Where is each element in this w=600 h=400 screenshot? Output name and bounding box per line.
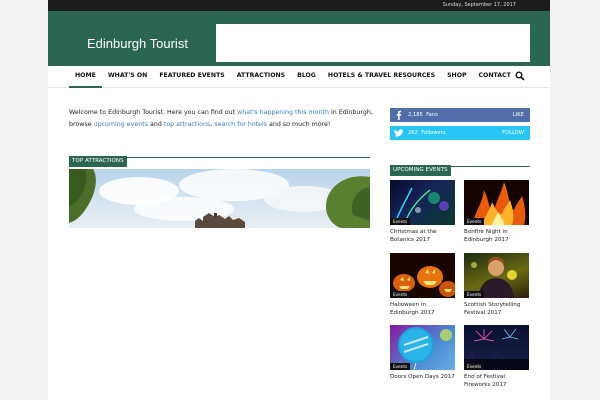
event-category-tag[interactable]: Events [390,291,411,298]
event-thumbnail[interactable]: Events [464,253,529,298]
event-thumbnail[interactable]: Events [464,325,529,370]
intro-text: Welcome to Edinburgh Tourist. Here you c… [69,107,373,131]
site-header: Edinburgh Tourist [48,11,550,66]
upcoming-events-title: UPCOMING EVENTS [390,165,451,176]
event-card[interactable]: Events Scottish Storytelling Festival 20… [464,253,529,317]
nav-item-home[interactable]: Home [69,66,102,88]
nav-item-featured-events[interactable]: Featured Events [153,66,230,88]
attraction-hero-image[interactable] [69,169,370,228]
twitter-unit: Followers [421,130,446,136]
nav-item-contact[interactable]: Contact [473,66,517,88]
event-title[interactable]: Bonfire Night in Edinburgh 2017 [464,228,529,244]
event-title[interactable]: End of Festival Fireworks 2017 [464,373,529,389]
facebook-unit: Fans [426,112,438,118]
event-card[interactable]: Events End of Festival Fireworks 2017 [464,325,529,389]
intro-text-part: Welcome to Edinburgh Tourist. Here you c… [69,109,238,116]
event-thumbnail[interactable]: Events [390,325,455,370]
facebook-like-button[interactable]: LIKE [513,112,524,118]
main-nav: Home What's On Featured Events Attractio… [48,66,550,88]
event-thumbnail[interactable]: Events [390,180,455,225]
nav-item-blog[interactable]: Blog [291,66,322,88]
top-attractions-title: TOP ATTRACTIONS [69,156,127,167]
event-card[interactable]: Events Bonfire Night in Edinburgh 2017 [464,180,529,244]
link-whats-happening[interactable]: what's happening this month [237,109,329,116]
twitter-counter[interactable]: 262 Followers FOLLOW [390,126,530,140]
search-icon[interactable] [515,71,525,81]
current-date: Sunday, September 17, 2017 [442,2,516,8]
event-category-tag[interactable]: Events [464,218,485,225]
top-attractions-heading: TOP ATTRACTIONS [69,147,370,167]
event-card[interactable]: Events Halloween in Edinburgh 2017 [390,253,455,317]
twitter-follow-button[interactable]: FOLLOW [502,130,524,136]
event-thumbnail[interactable]: Events [390,253,455,298]
nav-item-hotels-travel[interactable]: Hotels & Travel Resources [322,66,441,88]
event-title[interactable]: Doors Open Days 2017 [390,373,455,381]
nav-item-attractions[interactable]: Attractions [231,66,291,88]
header-ad-banner[interactable] [216,24,530,62]
event-card[interactable]: Events Christmas at the Botanics 2017 [390,180,455,244]
event-title[interactable]: Halloween in Edinburgh 2017 [390,301,455,317]
event-category-tag[interactable]: Events [464,291,485,298]
event-thumbnail[interactable]: Events [464,180,529,225]
twitter-icon [394,129,404,137]
hero-scene [69,169,370,228]
link-top-attractions[interactable]: top attractions [164,121,210,128]
facebook-count: 2,185 [408,112,423,118]
event-category-tag[interactable]: Events [390,363,411,370]
page-wrapper: Sunday, September 17, 2017 Edinburgh Tou… [48,0,550,400]
nav-item-shop[interactable]: Shop [441,66,472,88]
event-category-tag[interactable]: Events [390,218,411,225]
intro-text-part: and so much more! [267,121,331,128]
site-logo[interactable]: Edinburgh Tourist [87,36,188,51]
intro-text-part: and [148,121,164,128]
nav-item-whats-on[interactable]: What's On [102,66,153,88]
link-upcoming-events[interactable]: upcoming events [94,121,148,128]
link-search-hotels[interactable]: search for hotels [214,121,267,128]
facebook-counter[interactable]: 2,185 Fans LIKE [390,108,530,122]
event-card[interactable]: Events Doors Open Days 2017 [390,325,455,381]
top-bar: Sunday, September 17, 2017 [48,0,550,11]
facebook-icon [396,110,402,120]
twitter-count: 262 [408,130,418,136]
event-category-tag[interactable]: Events [464,363,485,370]
event-title[interactable]: Christmas at the Botanics 2017 [390,228,455,244]
upcoming-events-heading: UPCOMING EVENTS [390,156,530,176]
event-title[interactable]: Scottish Storytelling Festival 2017 [464,301,529,317]
